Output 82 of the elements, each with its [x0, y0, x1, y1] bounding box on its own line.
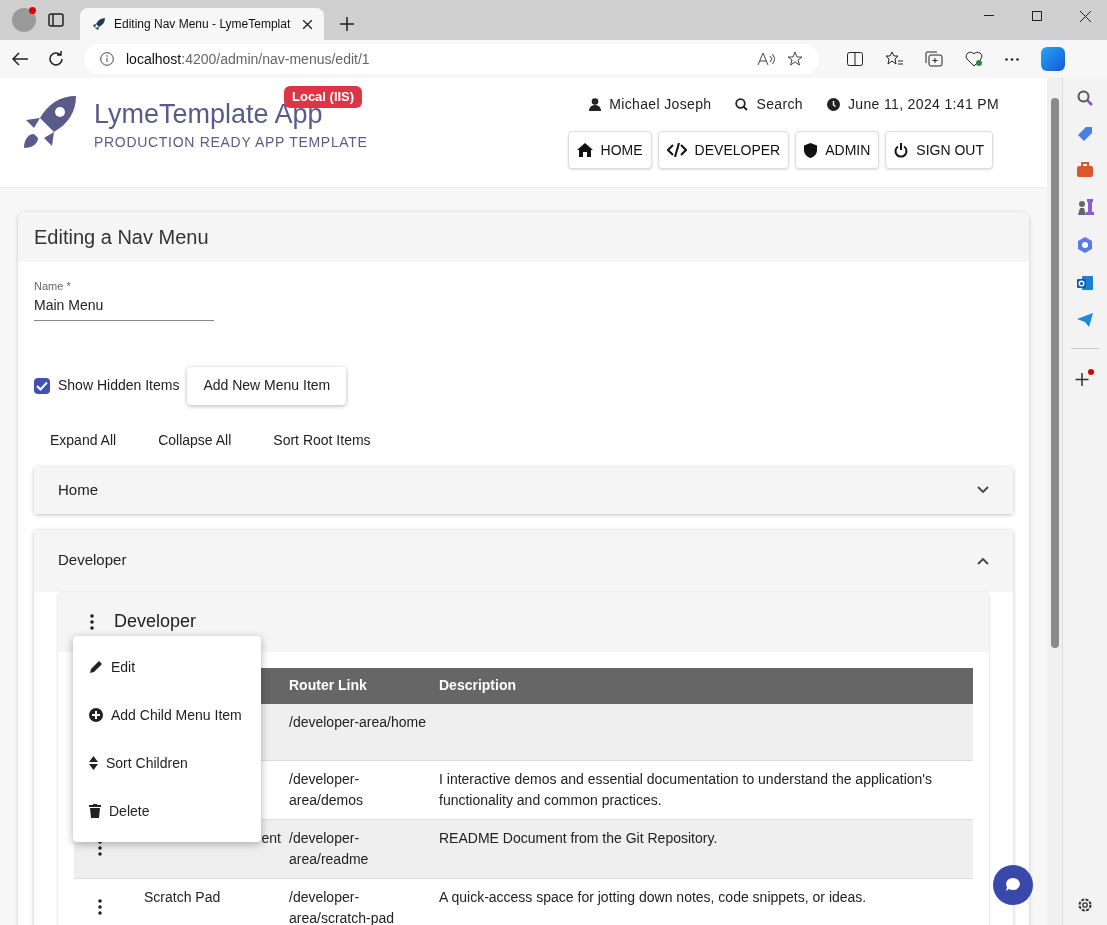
menu-item[interactable]: Sort Children — [73, 739, 261, 787]
clock-icon — [826, 98, 840, 111]
kebab-menu-icon[interactable] — [98, 840, 102, 856]
tab-title: Editing Nav Menu - LymeTemplat — [114, 16, 292, 33]
table-cell: README Document from the Git Repository. — [439, 819, 973, 879]
kebab-menu-icon[interactable] — [90, 613, 94, 630]
add-icon[interactable] — [1075, 369, 1095, 387]
chevron-down-icon[interactable] — [977, 486, 989, 494]
nav-button[interactable]: HOME — [567, 131, 652, 169]
nav-button[interactable]: DEVELOPER — [657, 131, 790, 169]
close-icon[interactable] — [1080, 10, 1091, 22]
column-header: Description — [439, 667, 973, 704]
table-cell: A quick-access space for jotting down notes, code snippets, or ideas. — [439, 878, 973, 925]
toolbox-icon[interactable] — [1076, 162, 1094, 178]
user-name[interactable]: Michael Joseph — [609, 94, 712, 115]
home-icon — [576, 143, 593, 157]
name-field[interactable]: Name * Main Menu — [34, 278, 214, 321]
scrollbar[interactable] — [1047, 78, 1062, 925]
chat-bubble-icon — [1005, 877, 1021, 893]
table-cell: I interactive demos and essential documentation to understand the application's functionality and common practices. — [439, 760, 973, 820]
favorites-icon[interactable] — [885, 51, 903, 67]
power-icon — [894, 142, 909, 158]
new-tab-icon[interactable] — [340, 17, 354, 31]
url-text: localhost:4200/admin/nav-menus/edit/1 — [126, 49, 371, 69]
more-icon[interactable] — [1005, 57, 1019, 61]
nav-button[interactable]: ADMIN — [795, 131, 880, 169]
sub-panel-title: Developer — [114, 610, 197, 633]
plus-circle-icon — [89, 708, 103, 722]
date-time: June 11, 2024 1:41 PM — [847, 95, 999, 114]
card-title: Editing a Nav Menu — [34, 225, 209, 250]
add-menu-item-button[interactable]: Add New Menu Item — [187, 366, 347, 405]
copilot-icon[interactable] — [1041, 47, 1065, 71]
search-icon[interactable] — [1077, 90, 1093, 106]
collections-icon[interactable] — [925, 51, 943, 67]
table-cell: /developer-area/readme — [289, 819, 439, 879]
sort-icon — [89, 756, 98, 770]
accordion-panel-header[interactable]: Developer — [34, 529, 1013, 592]
shield-icon — [804, 142, 818, 158]
rocket-icon — [92, 17, 106, 31]
maximize-icon[interactable] — [1032, 11, 1042, 21]
search-link[interactable]: Search — [756, 94, 803, 115]
table-cell: /developer-area/demos — [289, 760, 439, 820]
code-icon — [666, 143, 687, 157]
chevron-up-icon[interactable] — [977, 556, 989, 565]
menu-item[interactable]: Edit — [73, 643, 261, 691]
trash-icon — [89, 804, 101, 818]
hexagon-logo-icon[interactable] — [1076, 236, 1094, 254]
nav-button[interactable]: SIGN OUT — [885, 131, 993, 169]
split-screen-icon[interactable] — [847, 52, 863, 66]
user-icon — [589, 98, 602, 111]
tag-icon[interactable] — [1077, 126, 1093, 142]
close-icon[interactable] — [303, 19, 312, 29]
checkbox[interactable] — [34, 377, 50, 394]
settings-icon[interactable] — [1077, 897, 1093, 913]
text-button[interactable]: Sort Root Items — [257, 422, 387, 459]
checkbox-label: Show Hidden Items — [58, 376, 180, 395]
menu-item[interactable]: Add Child Menu Item — [73, 691, 261, 739]
table-cell: /developer-area/home — [289, 703, 439, 761]
chess-pieces-icon[interactable] — [1076, 198, 1094, 216]
table-cell: Scratch Pad — [144, 878, 289, 925]
table-cell: /developer-area/scratch-pad — [289, 878, 439, 925]
column-header: Router Link — [289, 667, 439, 704]
kebab-menu-icon[interactable] — [98, 899, 102, 915]
text-button[interactable]: Expand All — [34, 422, 133, 459]
text-button[interactable]: Collapse All — [142, 422, 248, 459]
star-icon[interactable] — [787, 51, 803, 67]
back-icon[interactable] — [12, 52, 28, 66]
browser-tab[interactable]: Editing Nav Menu - LymeTemplat — [80, 8, 324, 40]
app-subtitle: PRODUCTION READY APP TEMPLATE — [94, 132, 368, 152]
address-bar[interactable]: localhost:4200/admin/nav-menus/edit/1 — [84, 44, 819, 74]
minimize-icon[interactable] — [984, 15, 994, 17]
profile-avatar-icon[interactable] — [12, 8, 36, 32]
search-icon — [735, 98, 749, 111]
tab-actions-icon[interactable] — [48, 13, 64, 27]
pencil-icon — [89, 660, 103, 674]
paper-plane-icon[interactable] — [1076, 312, 1094, 328]
info-icon[interactable] — [100, 52, 114, 66]
refresh-icon[interactable] — [48, 51, 64, 67]
read-aloud-icon[interactable] — [757, 52, 775, 66]
accordion-panel-header[interactable]: Home — [34, 466, 1013, 514]
heart-pulse-icon[interactable] — [965, 51, 983, 67]
mail-icon[interactable] — [1076, 274, 1094, 292]
